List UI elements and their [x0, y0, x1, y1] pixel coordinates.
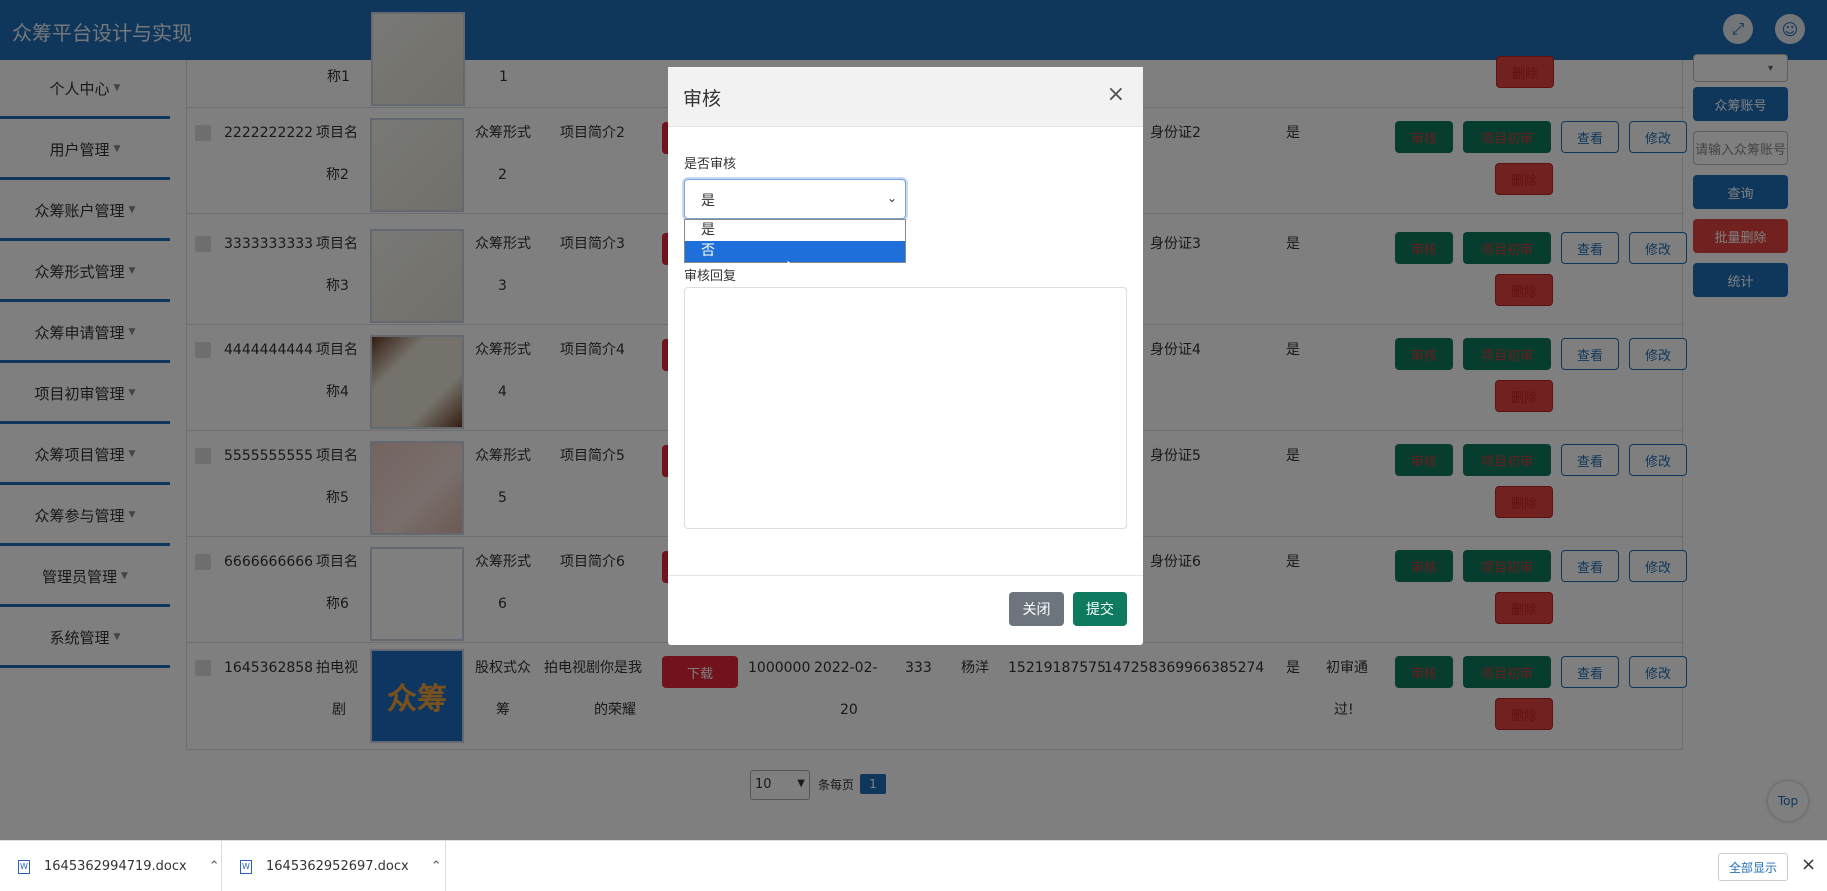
audit-select[interactable]: 是 ⌄: [684, 179, 906, 219]
download-filename: 1645362952697.docx: [266, 859, 409, 874]
submit-button[interactable]: 提交: [1073, 592, 1127, 626]
word-doc-icon: W: [18, 859, 30, 874]
audit-dropdown: 是 否: [684, 219, 906, 263]
modal-header: 审核 ×: [668, 67, 1143, 127]
chevron-up-icon[interactable]: ⌃: [209, 859, 220, 874]
close-icon[interactable]: ×: [1801, 854, 1816, 875]
word-doc-icon: W: [240, 859, 252, 874]
show-all-button[interactable]: 全部显示: [1718, 853, 1788, 881]
audit-modal: 审核 × 是否审核 是 ⌄ 是 否 审核回复 关闭 提交: [668, 67, 1143, 645]
chevron-down-icon: ⌄: [886, 191, 897, 205]
modal-title: 审核: [683, 88, 722, 110]
option-no[interactable]: 否: [685, 241, 905, 262]
download-filename: 1645362994719.docx: [44, 859, 187, 874]
download-item[interactable]: W 1645362952697.docx ⌃: [222, 841, 446, 891]
audit-select-value: 是: [701, 193, 715, 209]
modal-footer: 关闭 提交: [668, 575, 1143, 645]
download-item[interactable]: W 1645362994719.docx ⌃: [0, 841, 222, 891]
download-bar: W 1645362994719.docx ⌃ W 1645362952697.d…: [0, 840, 1827, 891]
close-icon[interactable]: ×: [1107, 82, 1125, 107]
chevron-up-icon[interactable]: ⌃: [431, 859, 442, 874]
option-yes[interactable]: 是: [685, 220, 905, 241]
reply-textarea[interactable]: [684, 287, 1127, 529]
audit-label: 是否审核: [684, 157, 737, 172]
close-button[interactable]: 关闭: [1009, 592, 1064, 626]
reply-label: 审核回复: [684, 269, 737, 284]
